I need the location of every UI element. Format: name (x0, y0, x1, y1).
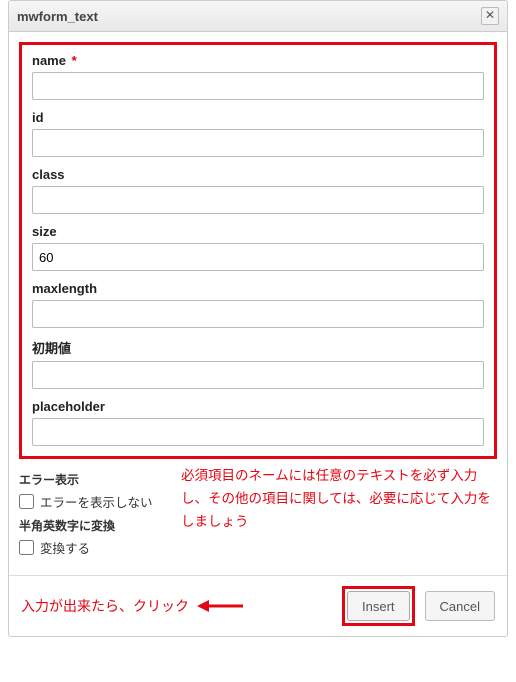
convert-alnum-checkbox-row: 変換する (19, 538, 169, 557)
footer-annotation-text: 入力が出来たら、クリック (21, 596, 189, 616)
label-id: id (32, 110, 484, 125)
label-class: class (32, 167, 484, 182)
cancel-button[interactable]: Cancel (425, 591, 495, 621)
dialog-title: mwform_text (17, 9, 98, 24)
input-maxlength[interactable] (32, 300, 484, 328)
input-initial[interactable] (32, 361, 484, 389)
field-class: class (32, 167, 484, 214)
field-id: id (32, 110, 484, 157)
field-maxlength: maxlength (32, 281, 484, 328)
options-left: エラー表示 エラーを表示しない 半角英数字に変換 変換する (19, 465, 169, 563)
footer-annotation: 入力が出来たら、クリック (21, 596, 332, 616)
checkbox-convert-alnum-label: 変換する (40, 538, 90, 557)
checkbox-convert-alnum[interactable] (19, 540, 34, 555)
label-initial: 初期値 (32, 338, 484, 357)
arrow-left-icon (197, 599, 243, 613)
label-maxlength: maxlength (32, 281, 484, 296)
insert-button-highlight: Insert (342, 586, 415, 626)
side-annotation: 必須項目のネームには任意のテキストを必ず入力し、その他の項目に関しては、必要に応… (181, 465, 497, 534)
insert-button[interactable]: Insert (347, 591, 410, 621)
input-size[interactable] (32, 243, 484, 271)
input-placeholder[interactable] (32, 418, 484, 446)
dialog-footer: 入力が出来たら、クリック Insert Cancel (9, 575, 507, 636)
label-name: name * (32, 53, 484, 68)
field-size: size (32, 224, 484, 271)
required-fields-highlight: name * id class size maxlength (19, 42, 497, 459)
checkbox-hide-error[interactable] (19, 494, 34, 509)
checkbox-hide-error-label: エラーを表示しない (40, 492, 153, 511)
mwform-text-dialog: mwform_text ✕ name * id class size (8, 0, 508, 637)
error-display-label: エラー表示 (19, 471, 169, 488)
error-display-checkbox-row: エラーを表示しない (19, 492, 169, 511)
input-id[interactable] (32, 129, 484, 157)
field-placeholder: placeholder (32, 399, 484, 446)
dialog-content: name * id class size maxlength (9, 32, 507, 575)
label-name-text: name (32, 53, 66, 68)
label-size: size (32, 224, 484, 239)
dialog-titlebar: mwform_text ✕ (9, 1, 507, 32)
label-placeholder: placeholder (32, 399, 484, 414)
field-initial: 初期値 (32, 338, 484, 389)
field-name: name * (32, 53, 484, 100)
options-right: 必須項目のネームには任意のテキストを必ず入力し、その他の項目に関しては、必要に応… (181, 465, 497, 563)
convert-alnum-label: 半角英数字に変換 (19, 517, 169, 534)
input-name[interactable] (32, 72, 484, 100)
below-options-row: エラー表示 エラーを表示しない 半角英数字に変換 変換する 必須項目のネームには… (19, 465, 497, 563)
close-icon[interactable]: ✕ (481, 7, 499, 25)
input-class[interactable] (32, 186, 484, 214)
required-mark: * (72, 53, 77, 68)
